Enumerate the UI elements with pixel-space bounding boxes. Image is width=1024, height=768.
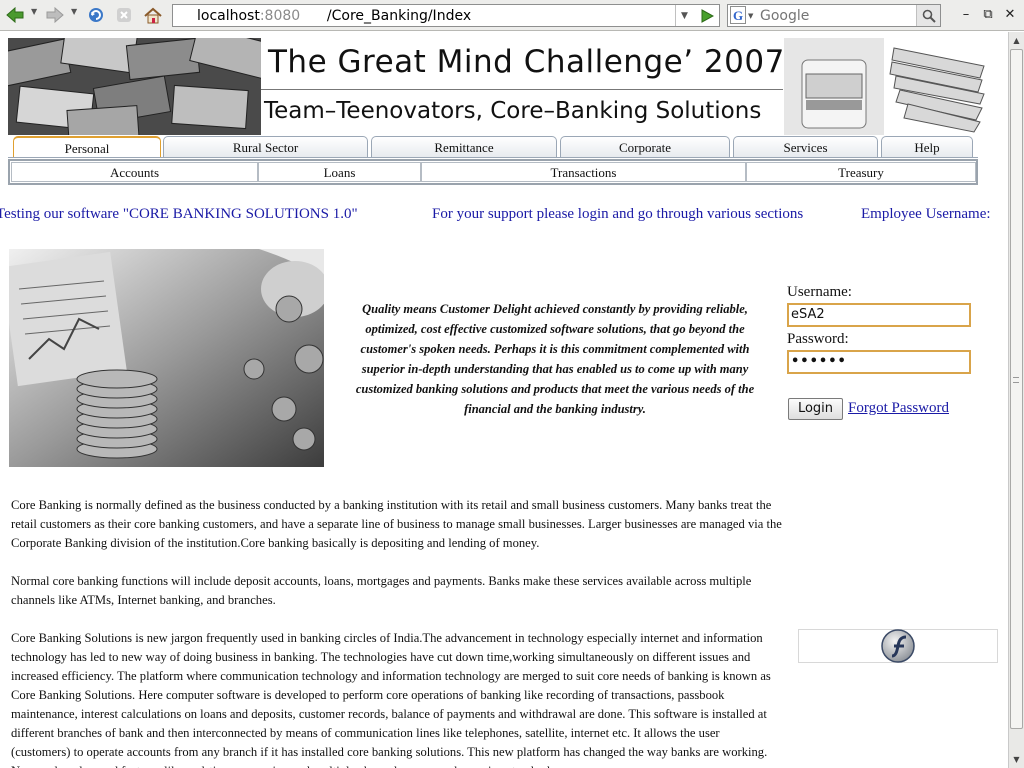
silver-bars-image <box>8 38 261 135</box>
subnav-accounts[interactable]: Accounts <box>11 162 258 182</box>
forgot-password-link[interactable]: Forgot Password <box>848 400 949 417</box>
subnav-treasury[interactable]: Treasury <box>746 162 976 182</box>
home-icon[interactable] <box>142 4 164 26</box>
search-engine-dropdown-icon[interactable]: ▼ <box>748 12 753 20</box>
tab-corporate[interactable]: Corporate <box>560 136 730 157</box>
search-bar[interactable]: G ▼ <box>727 4 941 27</box>
flash-icon <box>881 629 915 663</box>
password-field[interactable]: •••••• <box>787 350 971 374</box>
marquee-text-1: Testing our software "CORE BANKING SOLUT… <box>0 206 358 222</box>
minimize-icon[interactable]: – <box>957 6 975 24</box>
forward-dropdown-icon[interactable]: ▼ <box>71 7 77 16</box>
subnav-transactions[interactable]: Transactions <box>421 162 746 182</box>
coins-collage-image <box>9 249 324 467</box>
search-input[interactable] <box>760 6 910 25</box>
tab-remittance[interactable]: Remittance <box>371 136 557 157</box>
paragraph-core-banking-solutions: Core Banking Solutions is new jargon fre… <box>11 631 771 768</box>
reload-icon[interactable] <box>85 4 107 26</box>
username-field[interactable]: eSA2 <box>787 303 971 327</box>
page-viewport: The Great Mind Challenge’ 2007 Team–Teen… <box>0 32 1008 768</box>
sub-navigation: Accounts Loans Transactions Treasury <box>8 159 978 185</box>
quality-quote: Quality means Customer Delight achieved … <box>355 302 755 416</box>
address-text[interactable]: localhost:8080 /Core_Banking/Index <box>197 8 471 24</box>
tab-help[interactable]: Help <box>881 136 973 157</box>
tabs-underline <box>8 157 978 158</box>
login-form: Username: eSA2 Password: •••••• Login Fo… <box>787 284 977 420</box>
password-label: Password: <box>787 331 849 347</box>
google-icon[interactable]: G <box>730 6 746 24</box>
browser-toolbar: ▼ ▼ localhost:8080 /Core_Banking/Index ▼… <box>0 0 1024 31</box>
paragraph-core-banking-functions: Normal core banking functions will inclu… <box>11 574 752 607</box>
banner-divider <box>261 89 783 90</box>
back-dropdown-icon[interactable]: ▼ <box>31 7 37 16</box>
tab-rural-sector[interactable]: Rural Sector <box>163 136 368 157</box>
marquee-text-3: Employee Username: <box>861 206 991 222</box>
tab-services[interactable]: Services <box>733 136 878 157</box>
money-image <box>784 38 988 135</box>
username-label: Username: <box>787 284 852 300</box>
banner: The Great Mind Challenge’ 2007 Team–Teen… <box>8 38 988 135</box>
scroll-up-icon[interactable]: ▲ <box>1009 33 1024 48</box>
login-button[interactable]: Login <box>788 398 843 420</box>
scroll-down-icon[interactable]: ▼ <box>1009 752 1024 767</box>
marquee-text-2: For your support please login and go thr… <box>432 206 804 222</box>
close-icon[interactable]: ✕ <box>1001 6 1019 24</box>
go-icon[interactable] <box>695 5 719 26</box>
paragraph-core-banking-definition: Core Banking is normally defined as the … <box>11 498 782 550</box>
flash-plugin-placeholder[interactable] <box>798 629 998 663</box>
subnav-loans[interactable]: Loans <box>258 162 421 182</box>
banner-title: The Great Mind Challenge’ 2007 <box>268 44 785 80</box>
back-icon[interactable] <box>4 4 26 26</box>
scrollbar-thumb[interactable] <box>1010 49 1023 729</box>
maximize-icon[interactable]: ⧉ <box>979 6 997 24</box>
search-icon[interactable] <box>916 5 940 26</box>
banner-subtitle: Team–Teenovators, Core–Banking Solutions <box>264 98 762 124</box>
forward-icon[interactable] <box>44 4 66 26</box>
scrolling-marquee: Testing our software "CORE BANKING SOLUT… <box>0 206 1008 226</box>
vertical-scrollbar[interactable]: ▲ ▼ <box>1008 32 1024 768</box>
address-dropdown-icon[interactable]: ▼ <box>675 5 693 26</box>
tab-personal[interactable]: Personal <box>13 136 161 157</box>
address-bar[interactable]: localhost:8080 /Core_Banking/Index ▼ <box>172 4 720 27</box>
scrollbar-grip <box>1013 377 1019 383</box>
stop-icon[interactable] <box>113 4 135 26</box>
